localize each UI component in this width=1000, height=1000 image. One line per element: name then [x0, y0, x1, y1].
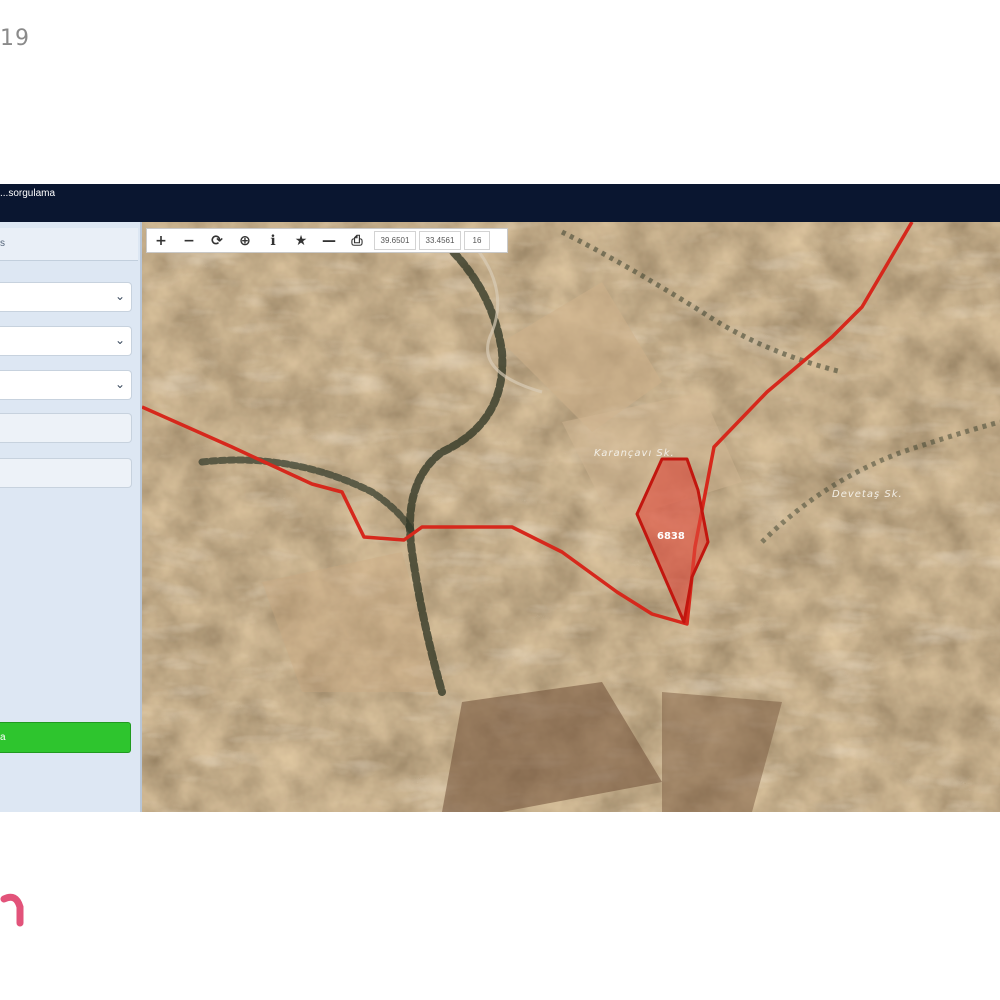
info-button[interactable]: ℹ	[259, 229, 287, 252]
sidebar-header: s	[0, 228, 138, 261]
app-title: ...sorgulama	[0, 188, 56, 199]
refresh-button[interactable]: ⟳	[203, 229, 231, 252]
line-icon: —	[322, 232, 336, 249]
select-2[interactable]: ⌄	[0, 326, 132, 356]
app-header: ...sorgulama	[0, 184, 1000, 222]
chevron-down-icon: ⌄	[114, 377, 125, 391]
latitude-field[interactable]: 39.6501	[374, 231, 416, 250]
sidebar: s ⌄ ⌄ ⌄ a	[0, 222, 142, 812]
info-icon: ℹ	[270, 232, 276, 249]
query-button-label: a	[0, 732, 6, 743]
favorite-button[interactable]: ★	[287, 229, 315, 252]
query-button[interactable]: a	[0, 722, 131, 753]
chevron-down-icon: ⌄	[114, 333, 125, 347]
sidebar-header-label: s	[0, 238, 5, 249]
select-1[interactable]: ⌄	[0, 282, 132, 312]
zoom-in-button[interactable]: +	[147, 229, 175, 252]
zoom-out-button[interactable]: −	[175, 229, 203, 252]
zoom-level-field[interactable]: 16	[464, 231, 490, 250]
target-icon: ⊕	[239, 232, 251, 249]
locate-button[interactable]: ⊕	[231, 229, 259, 252]
parcel-label[interactable]: 6838	[657, 531, 685, 542]
satellite-map[interactable]: Karançavı Sk. Devetaş Sk. 6838	[142, 222, 1000, 812]
chevron-down-icon: ⌄	[114, 289, 125, 303]
plus-icon: +	[155, 232, 167, 249]
measure-button[interactable]: —	[315, 229, 343, 252]
map-toolbar: + − ⟳ ⊕ ℹ ★ — ⎙ 39.6501 33.4561 16	[146, 228, 508, 253]
corner-label: 19	[0, 26, 30, 51]
place-label-1: Karançavı Sk.	[594, 448, 675, 459]
place-label-2: Devetaş Sk.	[832, 489, 903, 500]
printer-icon: ⎙	[351, 232, 363, 249]
select-3[interactable]: ⌄	[0, 370, 132, 400]
field-2[interactable]	[0, 458, 132, 488]
longitude-field[interactable]: 33.4561	[419, 231, 461, 250]
map-view[interactable]: Karançavı Sk. Devetaş Sk. 6838	[142, 222, 1000, 812]
refresh-icon: ⟳	[211, 232, 223, 249]
minus-icon: −	[183, 232, 195, 249]
star-icon: ★	[294, 232, 308, 249]
watermark-logo	[0, 893, 24, 927]
print-button[interactable]: ⎙	[343, 229, 371, 252]
field-1[interactable]	[0, 413, 132, 443]
